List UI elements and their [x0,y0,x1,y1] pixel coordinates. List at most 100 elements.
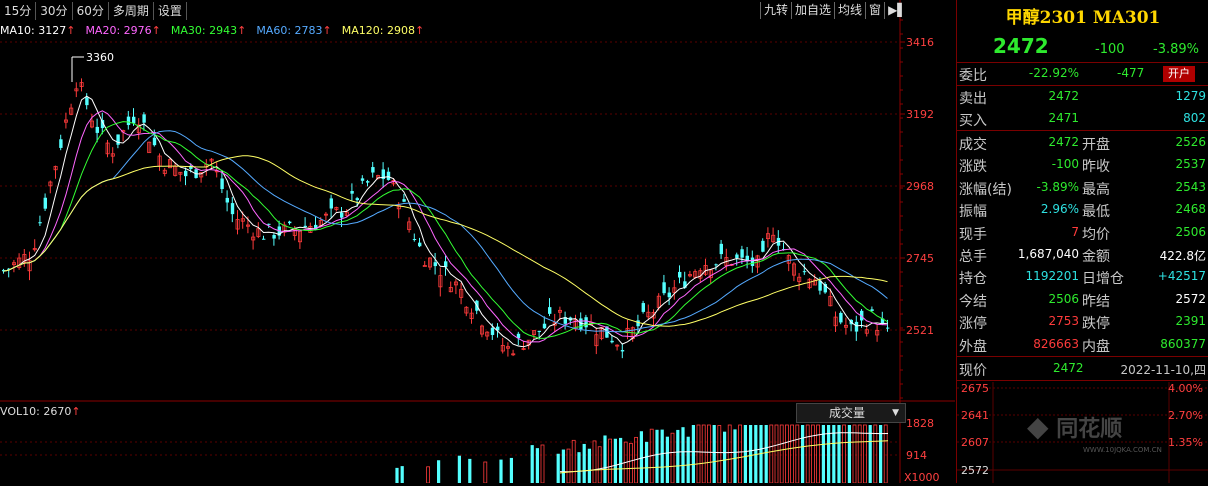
collapse-panel-icon[interactable]: ▶▌ [884,2,909,19]
volume-bar-down [801,425,805,483]
buy-volume: 802 [1183,111,1206,125]
multi-period-button[interactable]: 多周期 [109,2,154,20]
stat-label: 现手 [959,226,987,243]
stat-label: 昨收 [1082,159,1110,176]
mini-price-3: 2607 [961,436,989,449]
stat-value: 826663 [1033,336,1079,351]
candle-down [225,197,229,203]
volume-bar-down [509,457,513,483]
period-15min-button[interactable]: 15分 [0,2,37,20]
stat-label: 涨停 [959,316,987,333]
volume-bar-up [779,424,784,483]
volume-bar-down [603,435,607,483]
stat-label: 日增仓 [1082,271,1124,288]
up-arrow-icon: ↑ [66,24,76,37]
volume-bar-down [681,427,685,483]
stat-row: 振幅 2.96% 最低 2468 [957,199,1208,222]
ma-button[interactable]: 均线 [834,2,865,19]
now-label: 现价 [959,363,987,379]
add-watchlist-button[interactable]: 加自选 [791,2,834,19]
candle-down [433,262,437,267]
candle-down [340,212,344,218]
candle-down [220,178,224,190]
volume-bar-up [483,461,488,483]
candle-down [288,221,292,224]
stat-row: 成交 2472 开盘 2526 [957,132,1208,155]
volume-bar-down [437,460,441,483]
volume-bar-down [587,448,591,483]
volume-bar-up [795,424,800,483]
volume-bar-down [723,431,727,483]
kline-chart-area[interactable]: 3416 3192 2968 2745 2521 1828 914 X1000 3360 15分… [0,0,955,483]
now-row: 现价 2472 2022-11-10,四 [957,358,1208,381]
indicator-select[interactable]: 成交量 ▼ [796,403,906,423]
mini-price-4: 2572 [961,464,989,477]
candle-down [142,114,146,123]
ma20-line [3,110,888,343]
stat-label: 均价 [1082,226,1110,243]
ma120-legend: MA120: 2908↑ [342,24,424,37]
price-change: -100 [1095,42,1125,57]
stat-label: 总手 [959,249,987,265]
ma30-legend: MA30: 2943↑ [171,24,246,37]
volume-bar-up [790,424,794,483]
volume-header: VOL10: 2670↑ [0,405,81,418]
price-tick-label: 3192 [906,108,934,121]
candle-down [678,271,682,278]
stat-value: 860377 [1160,336,1206,351]
stat-row: 持仓 1192201 日增仓 +42517 [957,266,1208,289]
volume-bar-up [608,438,612,483]
volume-bar-up [811,424,815,483]
candle-down [360,178,365,181]
candle-down [610,340,614,343]
stat-value: 2391 [1175,314,1206,329]
window-button[interactable]: 窗 [865,2,884,19]
candle-down [38,222,42,224]
max-price-label: 3360 [86,51,114,64]
stat-row: 总手 1,687,040 金额 422.8亿 [957,244,1208,267]
divider [957,130,1208,131]
stat-value: 2572 [1175,291,1206,306]
up-arrow-icon: ↑ [71,405,81,418]
ma120-label: MA120: 2908 [341,24,415,37]
volume-bar-down [847,425,851,483]
stat-row: 今结 2506 昨结 2572 [957,289,1208,312]
mini-price-2: 2641 [961,409,989,422]
volume-bar-up [566,448,571,483]
volume-bar-up [785,424,789,483]
period-30min-button[interactable]: 30分 [36,2,73,20]
mini-pct-3: 1.35% [1168,436,1203,449]
stat-row: 涨停 2753 跌停 2391 [957,311,1208,334]
volume-bar-down [655,429,659,483]
vol10-label: VOL10: 2670 [0,405,72,418]
candle-down [152,137,157,146]
stat-value: 2468 [1175,202,1206,217]
settings-button[interactable]: 设置 [154,2,187,20]
volume-tick-label: 1828 [906,417,934,430]
stat-label: 金额 [1082,249,1110,265]
stat-label: 涨跌 [959,159,987,176]
volume-tick-label: 914 [906,449,927,462]
price-tick-label: 2968 [906,180,934,193]
candle-down [355,198,359,201]
indicator-select-label: 成交量 [829,406,866,420]
period-60min-button[interactable]: 60分 [73,2,109,20]
ma-legend: MA10: 3127↑ MA20: 2976↑ MA30: 2943↑ MA60… [0,24,434,37]
candle-down [542,323,547,329]
volume-bar-up [597,446,602,483]
candle-down [126,116,131,126]
contract-title[interactable]: 甲醇2301 MA301 [957,3,1208,28]
volume-bar-up [707,424,711,483]
volume-bar-down [660,429,664,483]
stat-value: -100 [1051,157,1079,172]
volume-bar-down [749,425,753,483]
candle-down [418,242,422,247]
stat-label: 今结 [959,293,987,310]
jiuzhuan-button[interactable]: 九转 [760,2,791,19]
candle-down [490,327,495,335]
stat-value: 2506 [1175,224,1206,239]
open-account-button[interactable]: 开户 [1163,66,1195,82]
stat-value: 2472 [1048,135,1079,149]
candle-down [43,197,47,209]
volume-bar-up [592,440,597,483]
